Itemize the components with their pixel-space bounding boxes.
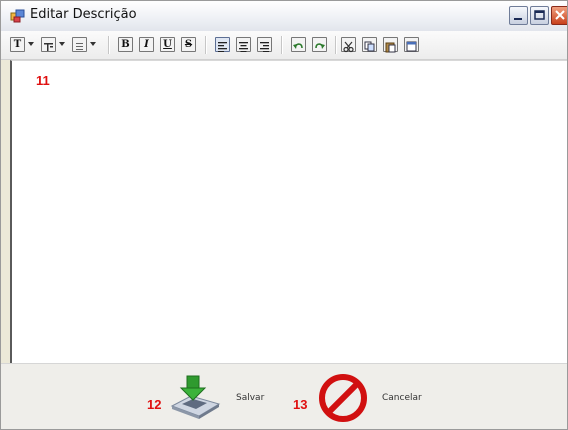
save-button[interactable] — [169, 374, 221, 420]
download-arrow-icon — [179, 375, 207, 401]
redo-button[interactable] — [312, 37, 327, 52]
title-bar[interactable]: Editar Descrição — [1, 1, 567, 32]
cut-button[interactable] — [341, 37, 356, 53]
strikethrough-button[interactable]: S — [181, 37, 196, 52]
align-right-button[interactable] — [257, 37, 272, 52]
cancel-label[interactable]: Cancelar — [382, 393, 422, 403]
maximize-icon — [534, 10, 545, 20]
font-size-icon — [44, 43, 53, 51]
maximize-button[interactable] — [530, 6, 549, 25]
underline-icon: U — [163, 39, 172, 50]
description-editor[interactable]: 11 — [10, 60, 567, 363]
callout-number-editor: 11 — [36, 73, 50, 88]
callout-number-cancel: 13 — [293, 397, 308, 412]
font-button[interactable]: T — [10, 37, 25, 52]
toolbar-separator — [335, 36, 337, 54]
toolbar-separator — [205, 36, 207, 54]
window-title: Editar Descrição — [30, 7, 137, 22]
save-disk-icon — [170, 395, 221, 419]
window-icon — [406, 41, 417, 52]
cancel-prohibited-icon — [319, 374, 367, 422]
close-icon — [555, 10, 565, 20]
copy-icon — [364, 41, 375, 52]
align-left-icon — [218, 42, 227, 52]
minimize-button[interactable] — [509, 6, 528, 25]
align-center-button[interactable] — [236, 37, 251, 52]
copy-button[interactable] — [362, 37, 377, 52]
cancel-button[interactable] — [317, 372, 369, 424]
italic-icon: I — [144, 39, 149, 50]
cut-icon — [343, 41, 354, 53]
strikethrough-icon: S — [184, 39, 193, 50]
toolbar-separator — [108, 36, 110, 54]
editar-descricao-window: Editar Descrição T B I U S 11 12 Salvar … — [0, 0, 568, 430]
action-panel: 12 Salvar 13 Cancelar — [1, 363, 567, 429]
list-button[interactable] — [72, 37, 87, 52]
bold-button[interactable]: B — [118, 37, 133, 52]
align-center-icon — [239, 42, 248, 52]
list-dropdown-arrow[interactable] — [90, 42, 96, 46]
bold-icon: B — [121, 39, 130, 50]
formatting-toolbar: T B I U S — [1, 31, 567, 60]
italic-button[interactable]: I — [139, 37, 154, 52]
undo-button[interactable] — [291, 37, 306, 52]
toolbar-separator — [281, 36, 283, 54]
font-dropdown-arrow[interactable] — [28, 42, 34, 46]
font-icon: T — [13, 39, 22, 50]
undo-icon — [293, 43, 303, 49]
align-left-button[interactable] — [215, 37, 230, 52]
save-label[interactable]: Salvar — [236, 393, 264, 403]
redo-icon — [315, 43, 325, 49]
close-button[interactable] — [551, 6, 567, 25]
align-right-icon — [260, 42, 269, 52]
app-icon — [10, 9, 25, 23]
paste-button[interactable] — [383, 37, 398, 53]
paste-icon — [385, 42, 396, 53]
font-size-button[interactable] — [41, 37, 56, 52]
minimize-icon — [514, 18, 522, 20]
list-icon — [76, 43, 83, 50]
underline-button[interactable]: U — [160, 37, 175, 52]
font-size-dropdown-arrow[interactable] — [59, 42, 65, 46]
properties-button[interactable] — [404, 37, 419, 52]
callout-number-save: 12 — [147, 397, 162, 412]
